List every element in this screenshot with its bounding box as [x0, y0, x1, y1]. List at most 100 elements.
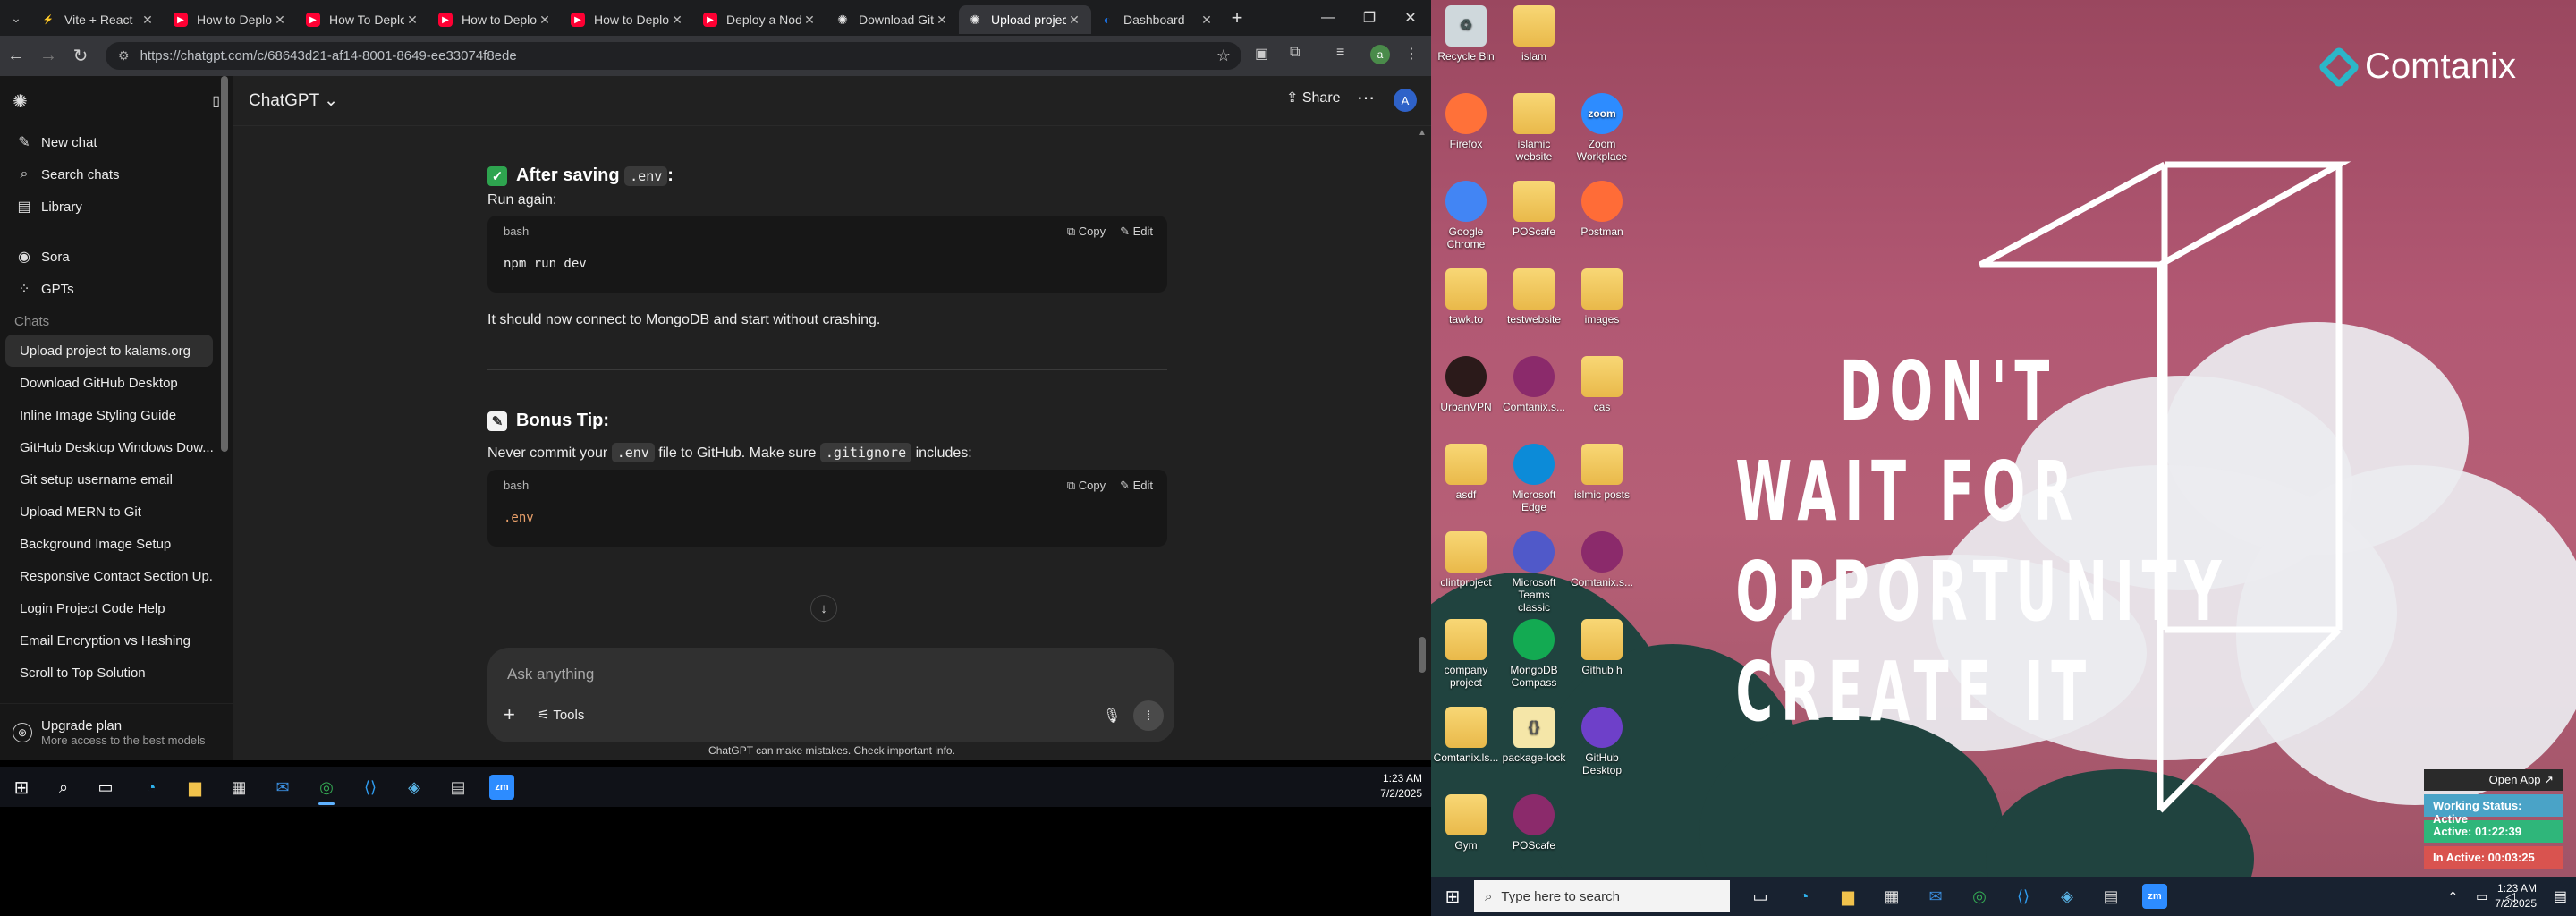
- sidebar-item-new-chat[interactable]: ✎ New chat: [0, 126, 233, 158]
- scroll-down-button[interactable]: ↓: [810, 595, 837, 622]
- desktop-icon[interactable]: MongoDB Compass: [1501, 619, 1567, 689]
- sidebar-item-gpts[interactable]: ⁘ GPTs: [0, 273, 233, 305]
- sidebar-scrollbar[interactable]: [221, 76, 228, 452]
- desktop-icon[interactable]: {} package-lock: [1501, 707, 1567, 764]
- taskbar-clock[interactable]: 1:23 AM 7/2/2025: [2495, 881, 2537, 912]
- desktop-icon[interactable]: POScafe: [1501, 181, 1567, 238]
- desktop-icon[interactable]: ♻ Recycle Bin: [1433, 5, 1499, 63]
- search-icon[interactable]: ⌕: [51, 775, 76, 800]
- taskbar-clock[interactable]: 1:23 AM 7/2/2025: [1380, 771, 1422, 802]
- minimize-icon[interactable]: —: [1308, 0, 1349, 36]
- site-info-icon[interactable]: ⚙: [118, 48, 130, 64]
- chrome-icon[interactable]: ◎: [314, 775, 339, 800]
- desktop-icon[interactable]: Github h: [1569, 619, 1635, 676]
- edge-icon[interactable]: ◔: [139, 775, 164, 800]
- voice-mode-icon[interactable]: ⦙: [1133, 700, 1164, 731]
- close-tab-icon[interactable]: ✕: [404, 13, 420, 28]
- openai-logo-icon[interactable]: ✺: [13, 90, 28, 113]
- more-options-icon[interactable]: ⋯: [1357, 87, 1375, 109]
- desktop-icon[interactable]: tawk.to: [1433, 268, 1499, 326]
- media-icon[interactable]: ≡: [1336, 45, 1344, 61]
- app-icon[interactable]: ▤: [445, 775, 470, 800]
- bookmark-star-icon[interactable]: ☆: [1216, 47, 1231, 65]
- edit-code-button[interactable]: ✎ Edit: [1120, 225, 1153, 239]
- browser-tab[interactable]: ▶ How to Deploy ✕: [562, 5, 694, 34]
- chat-history-item[interactable]: Responsive Contact Section Up...: [5, 560, 213, 592]
- desktop-icon[interactable]: zoom Zoom Workplace: [1569, 93, 1635, 163]
- task-view-icon[interactable]: ▭: [93, 775, 118, 800]
- close-tab-icon[interactable]: ✕: [1066, 13, 1082, 28]
- desktop-icon[interactable]: Firefox: [1433, 93, 1499, 150]
- mic-icon[interactable]: 🎙: [1103, 707, 1121, 725]
- browser-tab[interactable]: ⚡ Vite + React ✕: [32, 5, 165, 34]
- chat-history-item[interactable]: Git setup username email: [5, 463, 213, 496]
- app-icon[interactable]: ◈: [402, 775, 427, 800]
- close-sidebar-icon[interactable]: ▯: [212, 92, 220, 110]
- edit-code-button[interactable]: ✎ Edit: [1120, 479, 1153, 493]
- app-icon[interactable]: ▤: [2098, 884, 2123, 909]
- desktop-icon[interactable]: Google Chrome: [1433, 181, 1499, 250]
- desktop-icon[interactable]: Gym: [1433, 794, 1499, 852]
- browser-tab[interactable]: ▶ Deploy a Node ✕: [694, 5, 826, 34]
- sidebar-item-library[interactable]: ▤ Library: [0, 191, 233, 223]
- extension-icon[interactable]: ▣: [1255, 45, 1268, 63]
- copy-code-button[interactable]: ⧉ Copy: [1067, 479, 1106, 493]
- desktop-icon[interactable]: company project: [1433, 619, 1499, 689]
- desktop-icon[interactable]: Microsoft Teams classic: [1501, 531, 1567, 614]
- browser-tab[interactable]: ◐ Dashboard ✕: [1091, 5, 1224, 34]
- close-tab-icon[interactable]: ✕: [140, 13, 156, 28]
- open-app-button[interactable]: Open App ↗: [2424, 769, 2563, 791]
- desktop-icon[interactable]: Comtanix.s...: [1569, 531, 1635, 589]
- file-explorer-icon[interactable]: ▆: [1835, 884, 1860, 909]
- scroll-up-arrow-icon[interactable]: ▲: [1418, 128, 1427, 138]
- message-composer[interactable]: Ask anything + ⚟ Tools 🎙 ⦙: [487, 648, 1174, 742]
- desktop-icon[interactable]: Comtanix.s...: [1501, 356, 1567, 413]
- profile-avatar[interactable]: a: [1370, 45, 1390, 64]
- chat-scrollbar[interactable]: [1419, 637, 1426, 673]
- close-tab-icon[interactable]: ✕: [801, 13, 818, 28]
- desktop-icon[interactable]: islam: [1501, 5, 1567, 63]
- restore-icon[interactable]: ❐: [1349, 0, 1390, 36]
- browser-menu-icon[interactable]: ⋮: [1404, 45, 1419, 63]
- new-tab-button[interactable]: +: [1224, 6, 1250, 30]
- vscode-icon[interactable]: ⟨⟩: [2011, 884, 2036, 909]
- edge-icon[interactable]: ◔: [1792, 884, 1817, 909]
- chat-history-item[interactable]: Upload project to kalams.org: [5, 335, 213, 367]
- windows-start-icon[interactable]: ⊞: [1440, 884, 1465, 909]
- desktop-icon[interactable]: asdf: [1433, 444, 1499, 501]
- desktop-icon[interactable]: islmic posts: [1569, 444, 1635, 501]
- desktop-icon[interactable]: Comtanix.ls...: [1433, 707, 1499, 764]
- close-tab-icon[interactable]: ✕: [537, 13, 553, 28]
- sidebar-item-sora[interactable]: ◉ Sora: [0, 241, 233, 273]
- chat-history-item[interactable]: Login Project Code Help: [5, 592, 213, 624]
- notifications-icon[interactable]: ▤: [2554, 887, 2567, 905]
- close-tab-icon[interactable]: ✕: [669, 13, 685, 28]
- mail-icon[interactable]: ✉: [270, 775, 295, 800]
- close-tab-icon[interactable]: ✕: [1199, 13, 1215, 28]
- sidebar-item-search-chats[interactable]: ⌕ Search chats: [0, 158, 233, 191]
- browser-tab[interactable]: ✺ Download GitH✕: [826, 5, 959, 34]
- desktop-icon[interactable]: Postman: [1569, 181, 1635, 238]
- windows-start-icon[interactable]: ⊞: [9, 775, 34, 800]
- task-view-icon[interactable]: ▭: [1748, 884, 1773, 909]
- reload-icon[interactable]: ↻: [64, 45, 97, 67]
- browser-tab[interactable]: ▶ How To Deploy✕: [297, 5, 429, 34]
- close-tab-icon[interactable]: ✕: [272, 13, 288, 28]
- user-avatar[interactable]: A: [1394, 89, 1417, 112]
- file-explorer-icon[interactable]: ▆: [182, 775, 208, 800]
- puzzle-icon[interactable]: ⧉: [1290, 45, 1300, 61]
- desktop-icon[interactable]: clintproject: [1433, 531, 1499, 589]
- browser-tab[interactable]: ▶ How to Deploy ✕: [429, 5, 562, 34]
- desktop-icon[interactable]: cas: [1569, 356, 1635, 413]
- close-tab-icon[interactable]: ✕: [934, 13, 950, 28]
- desktop-icon[interactable]: images: [1569, 268, 1635, 326]
- desktop-icon[interactable]: testwebsite: [1501, 268, 1567, 326]
- chat-history-item[interactable]: Background Image Setup: [5, 528, 213, 560]
- store-icon[interactable]: ▦: [1879, 884, 1904, 909]
- mail-icon[interactable]: ✉: [1923, 884, 1948, 909]
- store-icon[interactable]: ▦: [226, 775, 251, 800]
- model-selector[interactable]: ChatGPT ⌄: [249, 90, 338, 111]
- share-button[interactable]: ⇪ Share: [1286, 89, 1341, 106]
- desktop-icon[interactable]: Microsoft Edge: [1501, 444, 1567, 513]
- chat-history-item[interactable]: Upload MERN to Git: [5, 496, 213, 528]
